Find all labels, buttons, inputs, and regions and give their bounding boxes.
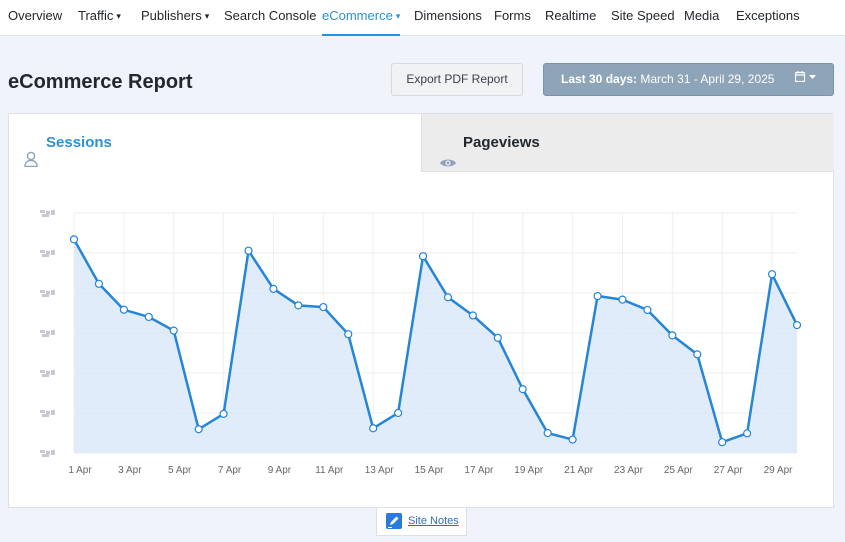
data-point xyxy=(194,425,203,434)
x-tick-label: 5 Apr xyxy=(168,465,192,476)
data-point xyxy=(568,435,577,444)
data-point xyxy=(743,429,752,438)
x-tick-label: 27 Apr xyxy=(714,465,744,476)
data-point xyxy=(418,252,428,261)
y-tick-label-obscured xyxy=(40,290,55,297)
x-tick-label: 9 Apr xyxy=(268,465,292,476)
data-point xyxy=(493,333,502,342)
data-point xyxy=(219,409,228,418)
x-tick-label: 13 Apr xyxy=(365,465,395,476)
y-tick-label-obscured xyxy=(40,450,55,457)
x-tick-label: 25 Apr xyxy=(664,465,694,476)
site-notes-label: Site Notes xyxy=(408,515,459,527)
x-tick-label: 21 Apr xyxy=(564,465,594,476)
data-point xyxy=(718,438,727,447)
y-tick-label-obscured xyxy=(40,370,55,377)
site-notes-button[interactable]: Site Notes xyxy=(376,508,467,536)
data-point xyxy=(344,330,353,339)
data-point xyxy=(244,246,253,255)
data-point xyxy=(693,350,702,359)
y-tick-label-obscured xyxy=(40,210,55,217)
x-tick-label: 15 Apr xyxy=(415,465,445,476)
data-point xyxy=(319,302,328,312)
y-tick-label-obscured xyxy=(40,250,55,257)
data-point xyxy=(269,284,278,293)
pencil-icon xyxy=(386,513,402,529)
x-tick-label: 29 Apr xyxy=(764,465,794,476)
data-point xyxy=(518,385,527,394)
sessions-chart: 1 Apr 3 Apr 5 Apr 7 Apr 9 Apr 11 Apr 13 Apr 15 … xyxy=(40,210,802,476)
x-tick-label: 3 Apr xyxy=(118,465,142,476)
x-tick-label: 17 Apr xyxy=(464,465,494,476)
x-tick-label: 19 Apr xyxy=(514,465,544,476)
data-point xyxy=(294,301,303,310)
data-point xyxy=(468,311,477,320)
data-point xyxy=(144,312,153,322)
x-tick-label: 23 Apr xyxy=(614,465,644,476)
data-point xyxy=(394,408,403,418)
data-point xyxy=(69,235,79,244)
data-point xyxy=(593,291,602,301)
data-point xyxy=(618,295,627,304)
x-tick-label: 1 Apr xyxy=(68,465,92,476)
x-tick-label: 11 Apr xyxy=(315,465,344,476)
y-tick-label-obscured xyxy=(40,410,55,417)
x-tick-label: 7 Apr xyxy=(218,465,242,476)
data-point xyxy=(94,279,104,288)
data-point xyxy=(543,428,552,438)
data-point xyxy=(792,320,802,330)
data-point xyxy=(369,424,378,433)
data-point xyxy=(443,293,453,302)
data-point xyxy=(119,305,128,314)
data-point xyxy=(767,270,777,279)
data-point xyxy=(643,305,652,315)
y-tick-label-obscured xyxy=(40,330,55,337)
data-point xyxy=(169,326,178,335)
data-point xyxy=(668,331,677,340)
